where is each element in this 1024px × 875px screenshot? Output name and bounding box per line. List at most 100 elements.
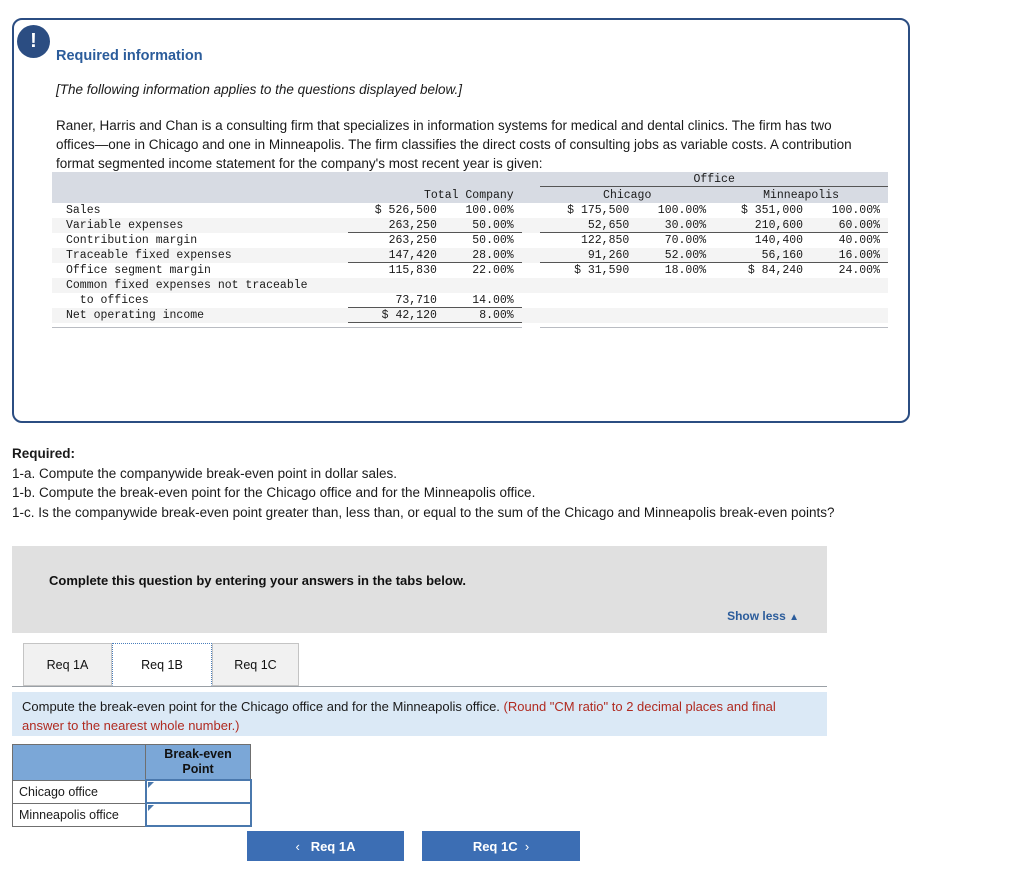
row-minneapolis-pct: 60.00%: [803, 218, 888, 233]
statement-row: Net operating income $ 42,120 8.00%: [52, 308, 888, 323]
tab-req-1c[interactable]: Req 1C: [212, 643, 299, 686]
row-label: Office segment margin: [66, 264, 211, 277]
row-chicago-pct: [629, 293, 714, 308]
required-heading: Required:: [12, 446, 76, 461]
break-even-input-cell[interactable]: [144, 802, 252, 827]
row-total-pct: [437, 278, 522, 293]
instruction-bar: Compute the break-even point for the Chi…: [12, 692, 827, 736]
row-chicago: 122,850: [580, 234, 630, 247]
row-chicago: $ 175,500: [567, 204, 630, 217]
row-label: Contribution margin: [66, 234, 198, 247]
value-header-line2: Point: [182, 762, 214, 776]
row-total-pct: 50.00%: [437, 218, 522, 233]
caret-up-icon: ▲: [789, 612, 799, 623]
answer-table-blank-header: [12, 744, 146, 781]
complete-question-panel: Complete this question by entering your …: [12, 546, 827, 633]
row-label: Traceable fixed expenses: [66, 249, 232, 262]
row-total-pct: 100.00%: [465, 204, 514, 217]
row-chicago-pct: 52.00%: [629, 248, 714, 263]
statement-row: to offices 73,710 14.00%: [52, 293, 888, 308]
show-less-toggle[interactable]: Show less ▲: [727, 609, 799, 623]
row-label: Common fixed expenses not traceable: [66, 279, 308, 292]
row-minneapolis-pct: 100.00%: [831, 204, 880, 217]
statement-row: Traceable fixed expenses 147,420 28.00% 91,…: [52, 248, 888, 263]
row-total-pct: 50.00%: [472, 234, 514, 247]
row-minneapolis-pct: 40.00%: [838, 234, 880, 247]
prev-req-1a-button[interactable]: ‹ Req 1A: [247, 831, 404, 861]
scenario-paragraph: Raner, Harris and Chan is a consulting f…: [56, 118, 852, 172]
row-total: 147,420: [348, 248, 437, 263]
break-even-input-cell[interactable]: [144, 779, 252, 804]
required-item-1a: 1-a. Compute the companywide break-even …: [12, 465, 397, 481]
cell-marker-icon: [147, 805, 154, 811]
page-title: Required information: [56, 48, 203, 64]
row-minneapolis-pct: [803, 308, 888, 323]
row-total: 263,250: [388, 234, 437, 247]
row-chicago-pct: [629, 308, 714, 323]
panel-content: Required information [The following info…: [14, 20, 908, 173]
statement-row: Common fixed expenses not traceable: [52, 278, 888, 293]
row-minneapolis-pct: [803, 293, 888, 308]
chevron-left-icon: ‹: [295, 838, 300, 854]
row-minneapolis: 140,400: [754, 234, 804, 247]
row-label: Net operating income: [66, 309, 205, 322]
required-information-panel: ! Required information [The following in…: [12, 18, 910, 423]
row-total: 115,830: [388, 264, 437, 277]
row-minneapolis-pct: 16.00%: [803, 248, 888, 263]
show-less-label: Show less: [727, 609, 786, 623]
segmented-income-statement: Office Total Company Chicago Minneapolis Sal…: [52, 172, 888, 328]
row-total-pct: 8.00%: [437, 308, 522, 323]
table-row: Minneapolis office: [12, 802, 252, 827]
row-chicago: [540, 278, 629, 293]
row-label: to offices: [66, 294, 149, 307]
row-minneapolis-pct: 24.00%: [838, 264, 880, 277]
row-label: Variable expenses: [66, 219, 184, 232]
row-minneapolis: [714, 278, 803, 293]
break-even-answer-table: Break-even Point Chicago office Minneapol…: [12, 744, 252, 827]
row-minneapolis: $ 351,000: [740, 204, 804, 217]
tab-req-1b[interactable]: Req 1B: [112, 643, 212, 686]
row-chicago-pct: 70.00%: [664, 234, 707, 247]
complete-question-prompt: Complete this question by entering your …: [49, 573, 467, 588]
answer-row-label: Minneapolis office: [12, 802, 146, 827]
table-row: Chicago office: [12, 779, 252, 804]
col-total-company: Total Company: [423, 188, 514, 202]
row-total: [348, 278, 437, 293]
chevron-right-icon: ›: [524, 838, 530, 854]
answer-table-header-row: Break-even Point: [12, 744, 251, 781]
row-chicago-pct: 30.00%: [629, 218, 714, 233]
required-item-1b: 1-b. Compute the break-even point for th…: [12, 485, 536, 501]
row-minneapolis: [714, 293, 803, 308]
row-chicago: 91,260: [540, 248, 629, 263]
row-total-pct: 14.00%: [437, 293, 522, 308]
row-total: 73,710: [348, 293, 436, 308]
statement-group-header-row: Office: [52, 172, 888, 187]
row-chicago-pct: [629, 278, 714, 293]
statement-row: Sales $ 526,500 100.00% $ 175,500 100.00% $ 3…: [52, 203, 888, 218]
cell-marker-icon: [147, 782, 154, 788]
row-total: 263,250: [348, 218, 437, 233]
row-total-pct: 22.00%: [472, 264, 514, 277]
row-chicago: 52,650: [540, 218, 629, 233]
col-minneapolis: Minneapolis: [763, 188, 840, 202]
req-tabstrip: Req 1A Req 1B Req 1C: [12, 643, 827, 687]
instruction-text: Compute the break-even point for the Chi…: [22, 699, 504, 714]
col-chicago: Chicago: [603, 188, 652, 202]
next-button-label: Req 1C: [472, 838, 518, 854]
row-chicago: [540, 293, 629, 308]
row-minneapolis: $ 84,240: [747, 264, 804, 277]
row-total: $ 526,500: [374, 204, 437, 217]
row-total: $ 42,120: [348, 308, 437, 323]
page-root: ! Required information [The following in…: [0, 0, 1024, 875]
next-req-1c-button[interactable]: Req 1C ›: [422, 831, 580, 861]
row-label: Sales: [66, 204, 101, 217]
prev-button-label: Req 1A: [310, 838, 356, 854]
answer-row-label: Chicago office: [12, 779, 146, 804]
exclamation-icon: !: [17, 25, 50, 58]
row-total-pct: 28.00%: [437, 248, 522, 263]
row-chicago-pct: 18.00%: [664, 264, 707, 277]
applies-note: [The following information applies to th…: [56, 82, 462, 97]
value-header-line1: Break-even: [164, 747, 232, 761]
tab-req-1a[interactable]: Req 1A: [23, 643, 112, 686]
row-chicago: $ 31,590: [574, 264, 630, 277]
